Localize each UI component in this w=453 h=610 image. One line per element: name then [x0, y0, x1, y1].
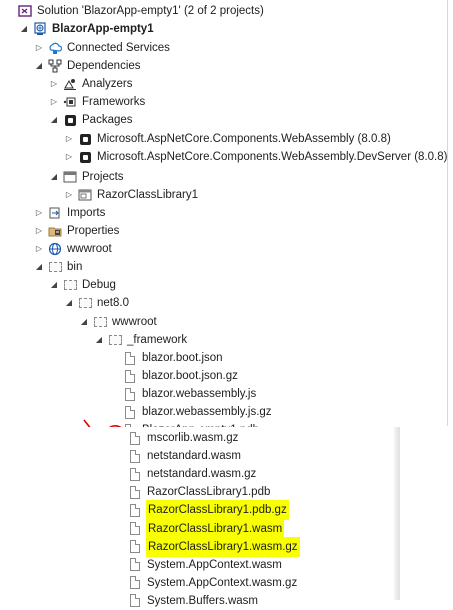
file-icon — [128, 503, 142, 517]
file-icon — [128, 594, 142, 608]
tree-row-g5[interactable]: RazorClassLibrary1.pdb.gz — [128, 500, 289, 521]
file-icon — [128, 522, 142, 536]
file-icon — [128, 467, 142, 481]
tree-item-label: netstandard.wasm.gz — [147, 468, 257, 481]
file-icon — [128, 449, 142, 463]
file-icon — [128, 576, 142, 590]
tree-row-g8[interactable]: System.AppContext.wasm — [128, 556, 283, 574]
highlighted-file-label: RazorClassLibrary1.wasm.gz — [146, 536, 300, 557]
tree-item-label: RazorClassLibrary1.pdb — [147, 486, 271, 499]
tree-item-label: System.AppContext.wasm.gz — [147, 576, 298, 589]
highlighted-file-label: RazorClassLibrary1.wasm — [146, 518, 285, 539]
tree-row-g2[interactable]: netstandard.wasm — [128, 447, 242, 465]
tree-row-g9[interactable]: System.AppContext.wasm.gz — [128, 574, 298, 592]
tree-row-g4[interactable]: RazorClassLibrary1.pdb — [128, 483, 271, 501]
tree-row-g1[interactable]: mscorlib.wasm.gz — [128, 429, 239, 447]
file-icon — [128, 431, 142, 445]
tree-item-label: netstandard.wasm — [147, 450, 241, 463]
tree-row-g10[interactable]: System.Buffers.wasm — [128, 592, 259, 610]
tree-row-g3[interactable]: netstandard.wasm.gz — [128, 465, 257, 483]
solution-explorer-tree-continued: mscorlib.wasm.gz netstandard.wasm netstand… — [0, 427, 400, 608]
tree-item-label: System.Buffers.wasm — [147, 594, 258, 607]
highlighted-file-label: RazorClassLibrary1.pdb.gz — [146, 500, 289, 521]
tree-item-label: System.AppContext.wasm — [147, 558, 282, 571]
tree-row-g6[interactable]: RazorClassLibrary1.wasm — [128, 518, 285, 539]
file-icon — [128, 485, 142, 499]
file-icon — [128, 558, 142, 572]
tree-row-g7[interactable]: RazorClassLibrary1.wasm.gz — [128, 536, 300, 557]
file-icon — [128, 540, 142, 554]
pane-shadow — [394, 427, 400, 600]
tree-item-label: mscorlib.wasm.gz — [147, 432, 239, 444]
